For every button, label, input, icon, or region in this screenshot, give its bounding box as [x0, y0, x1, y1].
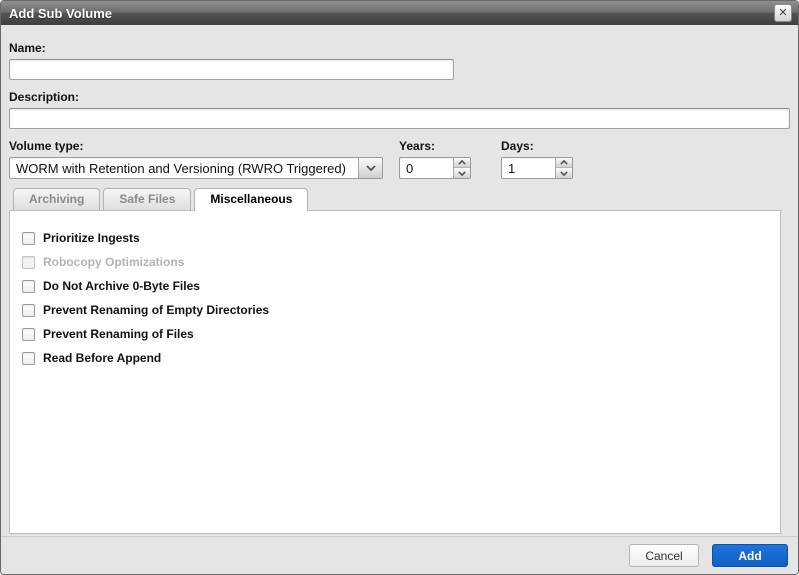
checkbox-row-do-not-archive-0-byte-files[interactable]: Do Not Archive 0-Byte Files	[22, 274, 768, 298]
checkbox-prioritize-ingests[interactable]	[22, 232, 35, 245]
checkbox-row-prevent-renaming-empty-directories[interactable]: Prevent Renaming of Empty Directories	[22, 298, 768, 322]
tab-miscellaneous[interactable]: Miscellaneous	[194, 188, 308, 211]
checkbox-read-before-append[interactable]	[22, 352, 35, 365]
days-stepper: 1	[501, 157, 573, 179]
days-value[interactable]: 1	[502, 158, 555, 178]
years-stepper: 0	[399, 157, 471, 179]
tab-safe-files[interactable]: Safe Files	[103, 188, 191, 210]
checkbox-label: Read Before Append	[43, 351, 161, 365]
description-label: Description:	[9, 90, 790, 104]
close-button[interactable]: ✕	[774, 4, 792, 22]
checkbox-row-prevent-renaming-files[interactable]: Prevent Renaming of Files	[22, 322, 768, 346]
checkbox-prevent-renaming-files[interactable]	[22, 328, 35, 341]
years-increment-button[interactable]	[454, 158, 470, 168]
days-decrement-button[interactable]	[556, 168, 572, 178]
dialog-body: Name: Description: Volume type: WORM wit…	[1, 25, 798, 536]
checkbox-label: Do Not Archive 0-Byte Files	[43, 279, 200, 293]
days-label: Days:	[501, 139, 573, 153]
checkbox-label: Prevent Renaming of Empty Directories	[43, 303, 269, 317]
checkbox-row-read-before-append[interactable]: Read Before Append	[22, 346, 768, 370]
name-input[interactable]	[9, 59, 454, 80]
cancel-button[interactable]: Cancel	[629, 544, 699, 567]
close-icon: ✕	[778, 8, 787, 19]
dialog-footer: Cancel Add	[1, 536, 798, 574]
volume-type-row: Volume type: WORM with Retention and Ver…	[9, 139, 790, 179]
checkbox-prevent-renaming-empty-directories[interactable]	[22, 304, 35, 317]
name-label: Name:	[9, 41, 790, 55]
years-decrement-button[interactable]	[454, 168, 470, 178]
days-increment-button[interactable]	[556, 158, 572, 168]
dialog-title: Add Sub Volume	[9, 6, 112, 21]
dialog-titlebar: Add Sub Volume ✕	[1, 1, 798, 25]
add-button[interactable]: Add	[712, 544, 788, 567]
checkbox-label: Prevent Renaming of Files	[43, 327, 194, 341]
add-sub-volume-dialog: Add Sub Volume ✕ Name: Description: Volu…	[0, 0, 799, 575]
checkbox-robocopy-optimizations	[22, 256, 35, 269]
volume-type-label: Volume type:	[9, 139, 383, 153]
tab-bar: Archiving Safe Files Miscellaneous	[9, 188, 790, 210]
miscellaneous-tab-panel: Prioritize Ingests Robocopy Optimization…	[9, 210, 781, 534]
checkbox-do-not-archive-0-byte-files[interactable]	[22, 280, 35, 293]
chevron-down-icon	[358, 158, 382, 178]
checkbox-row-robocopy-optimizations: Robocopy Optimizations	[22, 250, 768, 274]
years-label: Years:	[399, 139, 471, 153]
tab-archiving[interactable]: Archiving	[13, 188, 100, 210]
volume-type-selected-value: WORM with Retention and Versioning (RWRO…	[10, 161, 358, 176]
description-input[interactable]	[9, 108, 790, 129]
checkbox-label: Prioritize Ingests	[43, 231, 140, 245]
volume-type-select[interactable]: WORM with Retention and Versioning (RWRO…	[9, 157, 383, 179]
checkbox-label: Robocopy Optimizations	[43, 255, 184, 269]
checkbox-row-prioritize-ingests[interactable]: Prioritize Ingests	[22, 226, 768, 250]
years-value[interactable]: 0	[400, 158, 453, 178]
